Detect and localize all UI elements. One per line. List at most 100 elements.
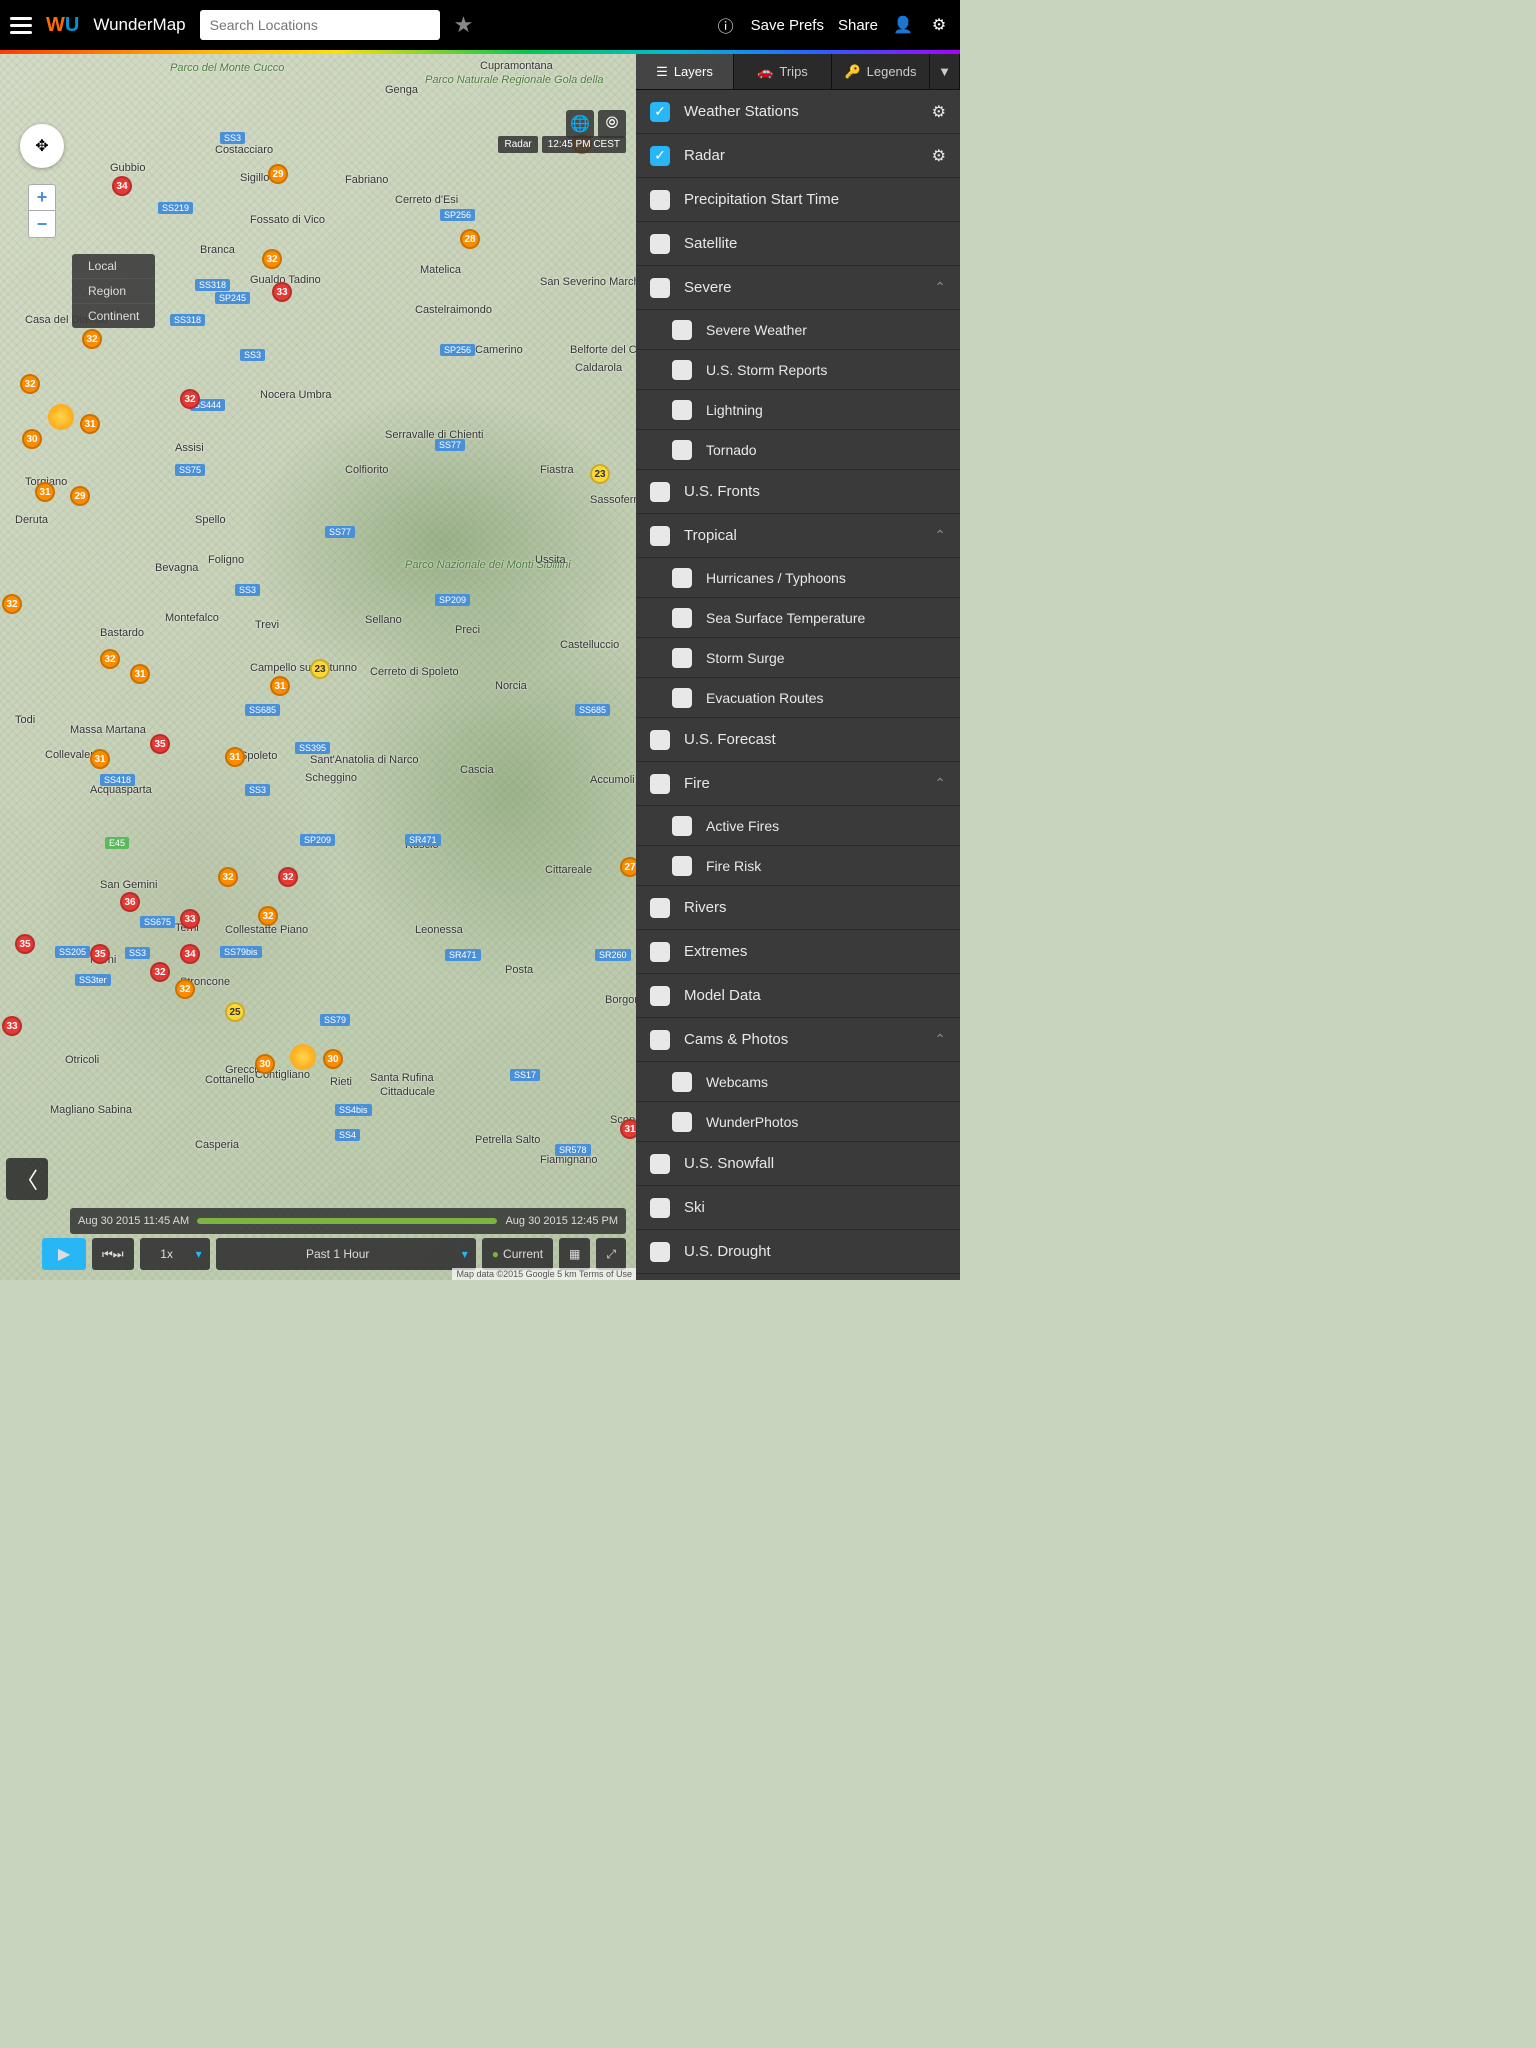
layer-row[interactable]: Webcams (636, 1062, 960, 1102)
weather-station-marker[interactable]: 32 (258, 906, 278, 926)
layer-row[interactable]: WunderPhotos (636, 1102, 960, 1142)
layer-row[interactable]: Extremes (636, 930, 960, 974)
weather-station-marker[interactable]: 32 (82, 329, 102, 349)
checkbox[interactable] (650, 234, 670, 254)
calendar-button[interactable]: ▦ (559, 1238, 590, 1270)
layer-row[interactable]: Satellite (636, 222, 960, 266)
tab-trips[interactable]: 🚗Trips (734, 54, 832, 89)
collapse-icon[interactable]: ⌃ (934, 527, 946, 544)
layer-row[interactable]: ✓Radar⚙ (636, 134, 960, 178)
layer-row[interactable]: Model Data (636, 974, 960, 1018)
weather-station-marker[interactable]: 25 (225, 1002, 245, 1022)
weather-station-marker[interactable]: 32 (150, 962, 170, 982)
menu-icon[interactable] (10, 17, 32, 34)
checkbox[interactable] (672, 856, 692, 876)
checkbox[interactable] (650, 526, 670, 546)
weather-station-marker[interactable]: 31 (35, 482, 55, 502)
checkbox[interactable] (672, 608, 692, 628)
tab-layers[interactable]: ☰Layers (636, 54, 734, 89)
skip-buttons[interactable]: ⏮⏭ (92, 1238, 134, 1270)
weather-station-marker[interactable]: 32 (100, 649, 120, 669)
weather-station-marker[interactable]: 29 (70, 486, 90, 506)
checkbox[interactable] (672, 1112, 692, 1132)
checkbox[interactable] (672, 440, 692, 460)
weather-station-marker[interactable]: 35 (90, 944, 110, 964)
weather-station-marker[interactable]: 36 (120, 892, 140, 912)
speed-dropdown[interactable]: 1x (140, 1238, 210, 1270)
checkbox[interactable] (672, 400, 692, 420)
collapse-icon[interactable]: ⌃ (934, 1031, 946, 1048)
weather-station-marker[interactable]: 33 (2, 1016, 22, 1036)
zoom-in-button[interactable]: + (29, 185, 55, 211)
layer-row[interactable]: Evacuation Routes (636, 678, 960, 718)
weather-station-marker[interactable]: 34 (112, 176, 132, 196)
weather-station-marker[interactable]: 31 (90, 749, 110, 769)
layer-row[interactable]: Precipitation Start Time (636, 178, 960, 222)
weather-station-marker[interactable]: 32 (180, 389, 200, 409)
checkbox[interactable] (650, 1242, 670, 1262)
layer-row[interactable]: Ski (636, 1186, 960, 1230)
checkbox[interactable] (650, 1154, 670, 1174)
play-button[interactable]: ▶ (42, 1238, 86, 1270)
weather-station-marker[interactable]: 35 (15, 934, 35, 954)
weather-station-marker[interactable]: 33 (272, 282, 292, 302)
checkbox[interactable] (672, 648, 692, 668)
layer-row[interactable]: Real Estate (636, 1274, 960, 1280)
weather-station-marker[interactable]: 30 (22, 429, 42, 449)
weather-station-marker[interactable]: 31 (130, 664, 150, 684)
checkbox[interactable]: ✓ (650, 146, 670, 166)
collapse-icon[interactable]: ⌃ (934, 775, 946, 792)
checkbox[interactable] (672, 360, 692, 380)
share-button[interactable]: Share (838, 17, 878, 34)
weather-station-marker[interactable]: 27 (620, 857, 636, 877)
gear-icon[interactable]: ⚙ (932, 102, 946, 122)
weather-station-marker[interactable]: 32 (175, 979, 195, 999)
weather-station-marker[interactable]: 33 (180, 909, 200, 929)
layer-row[interactable]: U.S. Storm Reports (636, 350, 960, 390)
layer-row[interactable]: Severe⌃ (636, 266, 960, 310)
weather-station-marker[interactable]: 30 (255, 1054, 275, 1074)
layer-row[interactable]: Lightning (636, 390, 960, 430)
weather-station-marker[interactable]: 29 (268, 164, 288, 184)
checkbox[interactable] (672, 320, 692, 340)
weather-station-marker[interactable]: 31 (620, 1119, 636, 1139)
layer-row[interactable]: Tropical⌃ (636, 514, 960, 558)
compass-button[interactable]: ✥ (20, 124, 64, 168)
weather-station-marker[interactable]: 31 (80, 414, 100, 434)
layer-row[interactable]: U.S. Forecast (636, 718, 960, 762)
weather-station-marker[interactable]: 32 (278, 867, 298, 887)
layer-row[interactable]: Cams & Photos⌃ (636, 1018, 960, 1062)
scope-option[interactable]: Region (72, 279, 155, 304)
scope-option[interactable]: Local (72, 254, 155, 279)
checkbox[interactable] (650, 986, 670, 1006)
back-button[interactable]: 〈 (6, 1158, 48, 1200)
zoom-out-button[interactable]: − (29, 211, 55, 237)
scope-option[interactable]: Continent (72, 304, 155, 328)
weather-station-marker[interactable]: 23 (310, 659, 330, 679)
weather-station-marker[interactable]: 32 (2, 594, 22, 614)
weather-station-marker[interactable]: 23 (590, 464, 610, 484)
weather-station-marker[interactable]: 32 (218, 867, 238, 887)
layer-row[interactable]: Storm Surge (636, 638, 960, 678)
expand-button[interactable]: ⤢ (596, 1238, 626, 1270)
layer-row[interactable]: U.S. Snowfall (636, 1142, 960, 1186)
checkbox[interactable] (672, 568, 692, 588)
checkbox[interactable] (650, 190, 670, 210)
weather-station-marker[interactable]: 31 (225, 747, 245, 767)
globe-icon[interactable]: 🌐 (566, 110, 594, 138)
weather-station-marker[interactable]: 30 (323, 1049, 343, 1069)
checkbox[interactable] (672, 688, 692, 708)
checkbox[interactable] (672, 816, 692, 836)
weather-station-marker[interactable]: 32 (262, 249, 282, 269)
weather-station-marker[interactable]: 28 (460, 229, 480, 249)
map-canvas[interactable]: Parco del Monte CuccoCupramontanaParco N… (0, 54, 636, 1280)
layer-row[interactable]: Fire Risk (636, 846, 960, 886)
tab-collapse[interactable]: ▼ (930, 54, 960, 89)
layer-row[interactable]: Active Fires (636, 806, 960, 846)
checkbox[interactable] (650, 774, 670, 794)
tab-legends[interactable]: 🔑Legends (832, 54, 930, 89)
collapse-icon[interactable]: ⌃ (934, 279, 946, 296)
gear-icon[interactable]: ⚙ (932, 146, 946, 166)
checkbox[interactable] (650, 1198, 670, 1218)
weather-station-marker[interactable]: 32 (20, 374, 40, 394)
